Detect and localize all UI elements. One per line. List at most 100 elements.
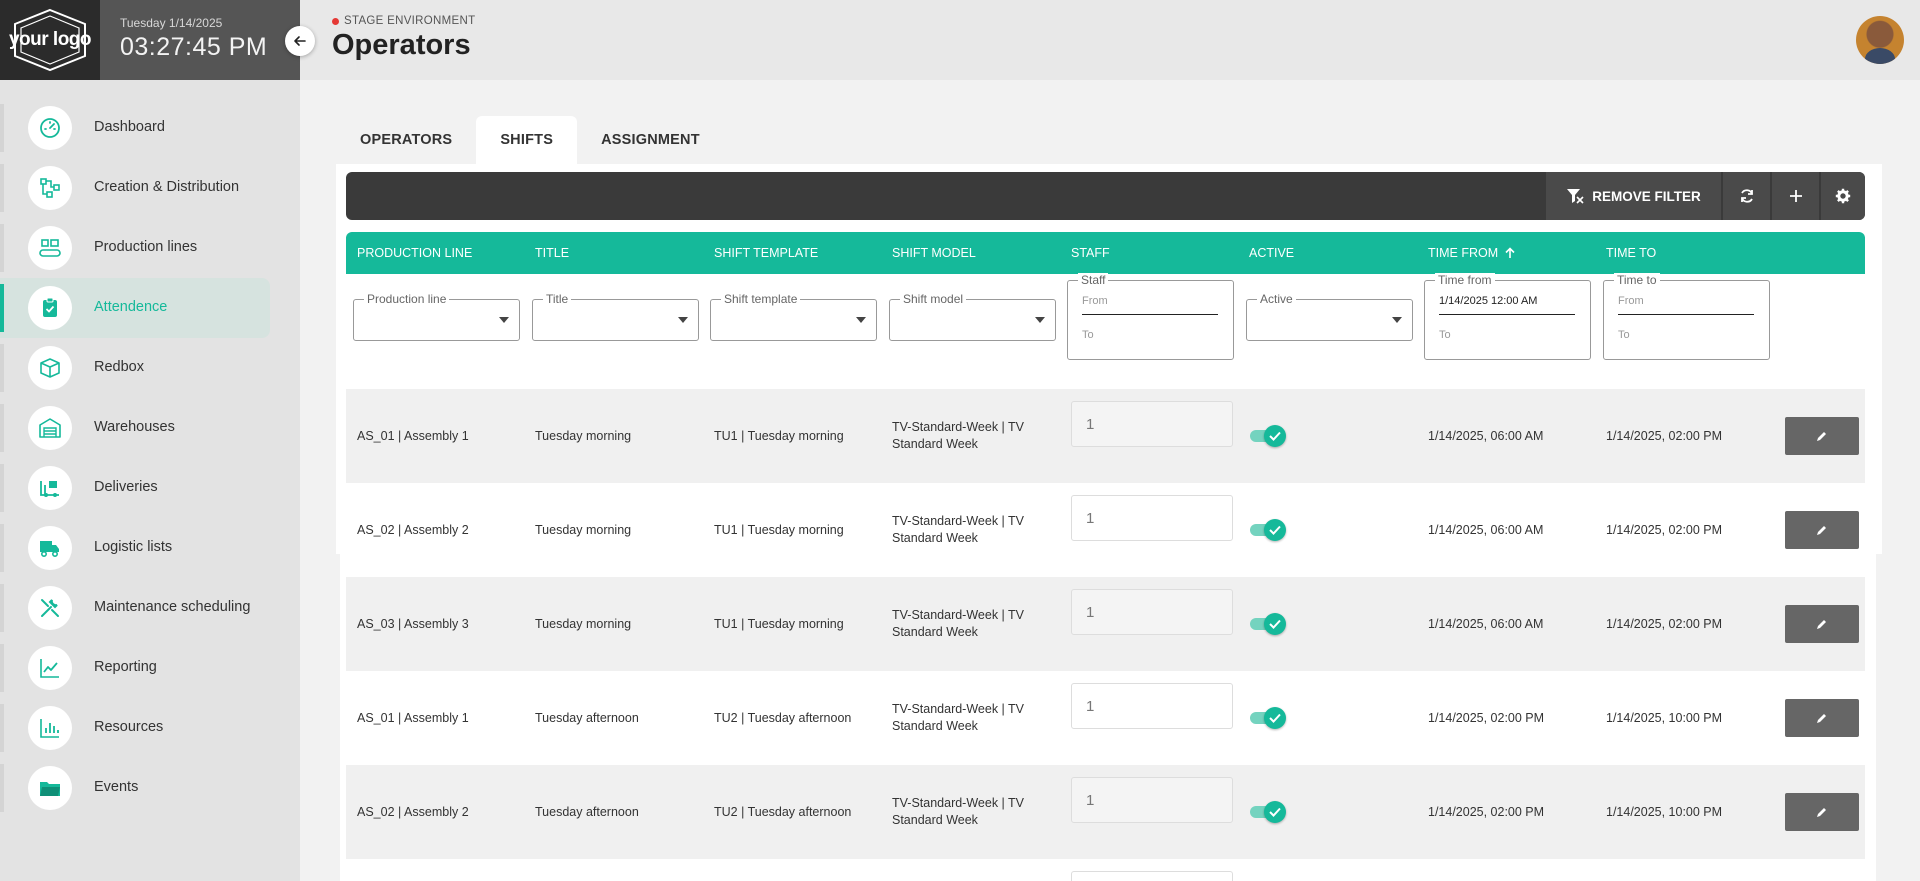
check-icon [1264, 519, 1286, 541]
shift-model-line-1: TV-Standard-Week | TV [892, 702, 1025, 716]
staff-input[interactable]: 1 [1071, 495, 1233, 541]
staff-input[interactable]: 1 [1071, 777, 1233, 823]
plus-icon [1789, 190, 1802, 202]
cell-time-to: 1/14/2025, 02:00 PM [1606, 428, 1723, 443]
sidebar-item-label: Logistic lists [94, 539, 173, 555]
sidebar-item-attendence[interactable]: Attendence [0, 278, 270, 338]
time-to-range-filter[interactable]: Time to From To [1603, 273, 1770, 360]
sidebar-item-creation-distribution[interactable]: Creation & Distribution [0, 158, 300, 218]
add-shift-button[interactable] [1772, 172, 1819, 220]
logo-text: your logo [8, 29, 92, 50]
active-toggle[interactable] [1250, 707, 1286, 729]
settings-button[interactable] [1821, 172, 1865, 220]
gear-icon [1835, 188, 1851, 204]
avatar[interactable] [1856, 16, 1904, 64]
sidebar-item-label: Dashboard [94, 119, 165, 135]
logo[interactable]: your logo [0, 0, 100, 80]
column-header-staff[interactable]: STAFF [1071, 232, 1110, 274]
table-row[interactable]: AS_02 | Assembly 2 Tuesday morning TU1 |… [346, 483, 1865, 577]
flow-icon [28, 166, 72, 210]
staff-input[interactable]: 1 [1071, 683, 1233, 729]
sidebar-item-production-lines[interactable]: Production lines [0, 218, 300, 278]
time-to-end-input[interactable]: To [1618, 329, 1630, 341]
sidebar-item-redbox[interactable]: Redbox [0, 338, 300, 398]
cell-production-line: AS_01 | Assembly 1 [357, 428, 469, 443]
pencil-icon [1817, 620, 1826, 629]
pencil-icon [1817, 714, 1826, 723]
sidebar-item-reporting[interactable]: Reporting [0, 638, 300, 698]
active-filter-label: Active [1257, 292, 1296, 306]
truck-icon [28, 526, 72, 570]
sidebar-item-dashboard[interactable]: Dashboard [0, 98, 300, 158]
sidebar-item-label: Warehouses [94, 419, 175, 435]
environment-label: STAGE ENVIRONMENT [344, 15, 476, 27]
staff-from-input[interactable]: From [1082, 295, 1218, 315]
sidebar-item-label: Maintenance scheduling [94, 599, 251, 615]
tab-assignment[interactable]: ASSIGNMENT [577, 116, 724, 164]
edit-button[interactable] [1785, 699, 1859, 737]
staff-input-partial[interactable] [1071, 871, 1233, 881]
staff-input[interactable]: 1 [1071, 589, 1233, 635]
active-toggle[interactable] [1250, 801, 1286, 823]
collapse-sidebar-button[interactable] [285, 26, 315, 56]
column-header-shift-template[interactable]: SHIFT TEMPLATE [714, 232, 818, 274]
header: STAGE ENVIRONMENT Operators [300, 0, 1920, 80]
sidebar-item-label: Reporting [94, 659, 157, 675]
column-header-production-line[interactable]: PRODUCTION LINE [357, 232, 472, 274]
active-toggle[interactable] [1250, 425, 1286, 447]
pencil-icon [1817, 808, 1826, 817]
shift-template-filter[interactable]: Shift template [710, 292, 877, 341]
title-filter[interactable]: Title [532, 292, 699, 341]
edit-button[interactable] [1785, 417, 1859, 455]
tools-icon [28, 586, 72, 630]
warehouse-icon [28, 406, 72, 450]
refresh-button[interactable] [1723, 172, 1770, 220]
time-from-end-input[interactable]: To [1439, 329, 1451, 341]
table-row[interactable]: AS_01 | Assembly 1 Tuesday afternoon TU2… [346, 671, 1865, 765]
remove-filter-button[interactable]: REMOVE FILTER [1546, 172, 1721, 220]
main-content: OPERATORS SHIFTS ASSIGNMENT REMOVE FILTE… [300, 80, 1920, 881]
column-header-time-from-label: TIME FROM [1428, 246, 1499, 260]
cell-time-from: 1/14/2025, 02:00 PM [1428, 804, 1545, 819]
time-from-range-filter[interactable]: Time from 1/14/2025 12:00 AM To [1424, 273, 1591, 360]
edit-button[interactable] [1785, 793, 1859, 831]
sidebar-item-warehouses[interactable]: Warehouses [0, 398, 300, 458]
time-to-filter-label: Time to [1614, 273, 1660, 287]
cell-title: Tuesday morning [535, 616, 632, 631]
time-to-start-input[interactable]: From [1618, 295, 1754, 315]
column-header-active[interactable]: ACTIVE [1249, 232, 1294, 274]
chevron-down-icon [499, 317, 509, 323]
tab-shifts[interactable]: SHIFTS [476, 116, 578, 164]
sidebar-item-logistic-lists[interactable]: Logistic lists [0, 518, 300, 578]
column-header-time-to[interactable]: TIME TO [1606, 232, 1656, 274]
table-row[interactable]: AS_03 | Assembly 3 Tuesday morning TU1 |… [346, 577, 1865, 671]
staff-input[interactable]: 1 [1071, 401, 1233, 447]
column-header-title[interactable]: TITLE [535, 232, 569, 274]
tab-bar: OPERATORS SHIFTS ASSIGNMENT [336, 116, 724, 164]
active-toggle[interactable] [1250, 613, 1286, 635]
column-header-shift-model[interactable]: SHIFT MODEL [892, 232, 976, 274]
staff-filter-label: Staff [1078, 273, 1109, 287]
sidebar-item-resources[interactable]: Resources [0, 698, 300, 758]
sidebar-item-deliveries[interactable]: Deliveries [0, 458, 300, 518]
active-filter[interactable]: Active [1246, 292, 1413, 341]
table-row[interactable]: AS_01 | Assembly 1 Tuesday morning TU1 |… [346, 389, 1865, 483]
edit-button[interactable] [1785, 605, 1859, 643]
tab-operators[interactable]: OPERATORS [336, 116, 476, 164]
sidebar-item-maintenance-scheduling[interactable]: Maintenance scheduling [0, 578, 300, 638]
table-row[interactable]: AS_02 | Assembly 2 Tuesday afternoon TU2… [346, 765, 1865, 859]
cell-title: Tuesday afternoon [535, 804, 639, 819]
column-header-time-from[interactable]: TIME FROM [1428, 232, 1516, 274]
active-toggle[interactable] [1250, 519, 1286, 541]
staff-to-input[interactable]: To [1082, 329, 1094, 341]
edit-button[interactable] [1785, 511, 1859, 549]
cell-production-line: AS_02 | Assembly 2 [357, 804, 469, 819]
sidebar-item-events[interactable]: Events [0, 758, 300, 818]
cell-shift-template: TU1 | Tuesday morning [714, 616, 844, 631]
shift-model-line-1: TV-Standard-Week | TV [892, 420, 1025, 434]
shift-model-filter[interactable]: Shift model [889, 292, 1056, 341]
production-line-filter[interactable]: Production line [353, 292, 520, 341]
staff-range-filter[interactable]: Staff From To [1067, 273, 1234, 360]
clipboard-check-icon [28, 286, 72, 330]
time-from-start-input[interactable]: 1/14/2025 12:00 AM [1439, 295, 1575, 315]
